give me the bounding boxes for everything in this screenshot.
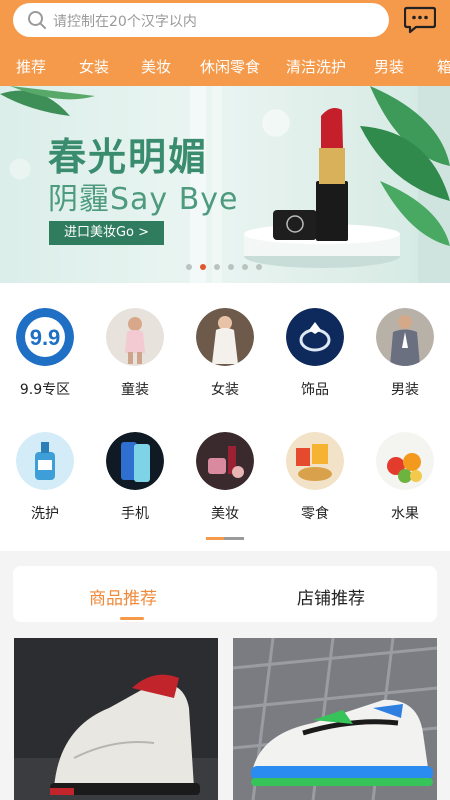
category-item-jewelry[interactable]: 饰品 — [277, 308, 353, 399]
nav-tab[interactable]: 清洁洗护 — [286, 56, 346, 77]
message-icon[interactable] — [404, 6, 436, 34]
category-scroll-indicator — [206, 537, 244, 540]
scroll-indicator-track — [224, 537, 244, 540]
active-tab-underline — [120, 617, 144, 620]
category-item-snacks[interactable]: 零食 — [277, 432, 353, 523]
pagination-dot[interactable] — [228, 264, 234, 270]
makeup-icon — [196, 432, 254, 490]
category-label: 饰品 — [301, 382, 329, 398]
scroll-indicator-active — [206, 537, 224, 540]
category-label: 美妆 — [211, 506, 239, 522]
snacks-icon — [286, 432, 344, 490]
nav-tab[interactable]: 推荐 — [16, 56, 46, 77]
category-grid: 9.9 9.9专区 童装 女装 饰品 男装 洗护 手机 美妆 零食 水果 — [0, 283, 450, 551]
category-item-wash-care[interactable]: 洗护 — [7, 432, 83, 523]
nine-nine-icon: 9.9 — [16, 308, 74, 366]
category-label: 手机 — [121, 506, 149, 522]
banner-cta-button[interactable]: 进口美妆Go > — [49, 221, 164, 245]
search-bar[interactable]: 请控制在20个汉字以内 — [13, 3, 389, 37]
category-label: 零食 — [301, 506, 329, 522]
category-label: 男装 — [391, 382, 419, 398]
mens-clothing-icon — [376, 308, 434, 366]
nav-tab[interactable]: 男装 — [374, 56, 404, 77]
category-item-fruit[interactable]: 水果 — [367, 432, 443, 523]
nav-tab[interactable]: 女装 — [79, 56, 109, 77]
category-label: 9.9专区 — [19, 382, 71, 398]
wash-care-icon — [16, 432, 74, 490]
pagination-dot-active[interactable] — [200, 264, 206, 270]
category-item-9-9[interactable]: 9.9 9.9专区 — [7, 308, 83, 399]
category-item-makeup[interactable]: 美妆 — [187, 432, 263, 523]
category-item-men[interactable]: 男装 — [367, 308, 443, 399]
product-image — [14, 638, 218, 800]
promo-banner[interactable]: 春光明媚 阴霾Say Bye 进口美妆Go > — [0, 86, 450, 283]
category-label: 童装 — [121, 382, 149, 398]
product-card-basketball-shoe[interactable] — [14, 638, 218, 800]
pagination-dot[interactable] — [214, 264, 220, 270]
nav-tab[interactable]: 箱 — [437, 56, 450, 77]
category-item-kids[interactable]: 童装 — [97, 308, 173, 399]
svg-text:9.9: 9.9 — [30, 325, 61, 350]
category-label: 洗护 — [31, 506, 59, 522]
jewelry-icon — [286, 308, 344, 366]
banner-title: 春光明媚 — [48, 135, 209, 179]
phone-icon — [106, 432, 164, 490]
nav-tab[interactable]: 美妆 — [141, 56, 171, 77]
category-item-women[interactable]: 女装 — [187, 308, 263, 399]
product-card-running-shoe[interactable] — [233, 638, 437, 800]
search-icon — [28, 11, 46, 29]
fruit-icon — [376, 432, 434, 490]
tab-product-recommend[interactable]: 商品推荐 — [89, 584, 157, 609]
pagination-dot[interactable] — [186, 264, 192, 270]
pagination-dot[interactable] — [242, 264, 248, 270]
category-item-phone[interactable]: 手机 — [97, 432, 173, 523]
womens-clothing-icon — [196, 308, 254, 366]
product-image — [233, 638, 437, 800]
banner-subtitle: 阴霾Say Bye — [48, 182, 239, 217]
kids-clothing-icon — [106, 308, 164, 366]
category-nav-tabs: 推荐 女装 美妆 休闲零食 清洁洗护 男装 箱 — [0, 52, 450, 82]
nav-tab[interactable]: 休闲零食 — [200, 56, 260, 77]
banner-pagination — [0, 264, 450, 272]
pagination-dot[interactable] — [256, 264, 262, 270]
search-placeholder: 请控制在20个汉字以内 — [53, 14, 197, 30]
recommend-tabs: 商品推荐 店铺推荐 — [13, 566, 437, 622]
category-label: 女装 — [211, 382, 239, 398]
top-header: 请控制在20个汉字以内 推荐 女装 美妆 休闲零食 清洁洗护 男装 箱 — [0, 0, 450, 86]
tab-shop-recommend[interactable]: 店铺推荐 — [297, 584, 365, 609]
category-label: 水果 — [391, 506, 419, 522]
